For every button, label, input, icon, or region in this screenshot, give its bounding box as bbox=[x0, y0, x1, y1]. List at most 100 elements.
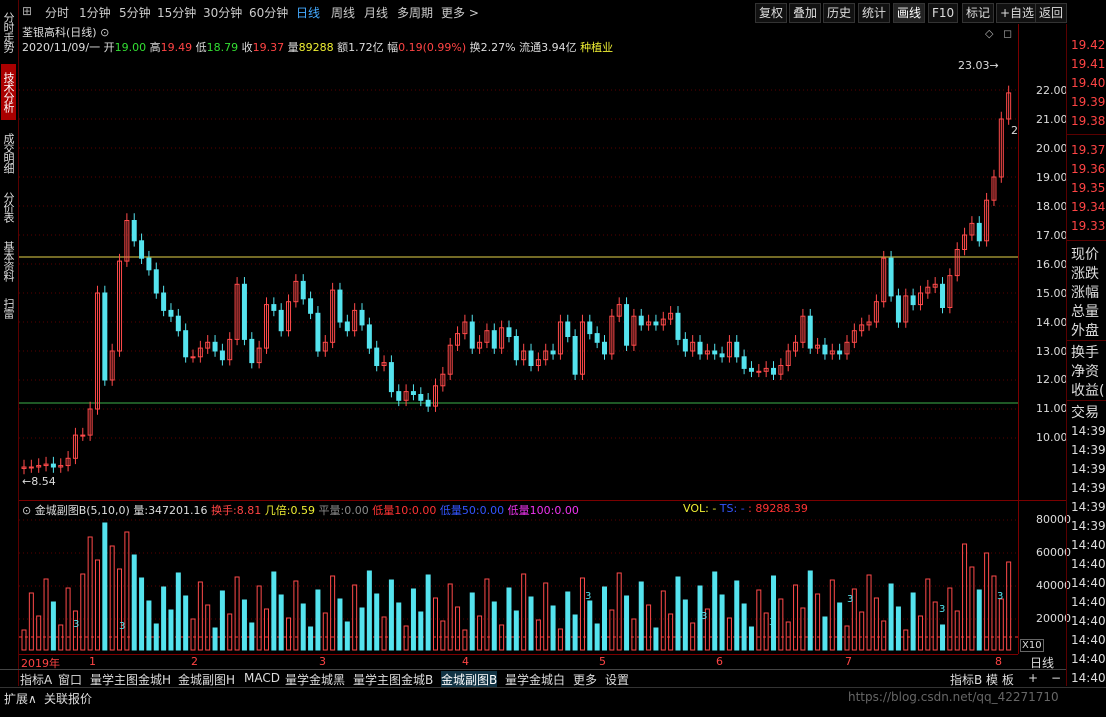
statistics-button[interactable]: 统计 bbox=[858, 3, 891, 23]
volume-bar bbox=[43, 578, 49, 651]
tab-settings[interactable]: 设置 bbox=[605, 671, 629, 688]
period-tab-1min[interactable]: 1分钟 bbox=[79, 4, 111, 21]
tab-trade-details[interactable]: 成交明细 bbox=[1, 125, 16, 181]
volume-signal-label: 3 bbox=[585, 591, 591, 602]
open-value: 19.00 bbox=[114, 41, 147, 54]
period-tab-30min[interactable]: 30分钟 bbox=[203, 4, 242, 21]
price-tick: 13.00 bbox=[1036, 345, 1068, 358]
period-tab-multi[interactable]: 多周期 bbox=[397, 4, 433, 21]
candle-body bbox=[212, 341, 218, 352]
volume-chart-area[interactable]: 3 3 3 3 3 3 3 3 3 bbox=[19, 502, 1018, 654]
candle-body bbox=[587, 321, 593, 335]
period-tab-monthly[interactable]: 月线 bbox=[364, 4, 388, 21]
tab-more[interactable]: 更多 bbox=[573, 671, 597, 688]
trade-time: 14:40 bbox=[1071, 576, 1106, 590]
settings-icon[interactable]: ⊙ bbox=[100, 26, 109, 39]
tab-price-table[interactable]: 分价表 bbox=[1, 186, 16, 228]
candle-body bbox=[697, 341, 703, 355]
candlestick-canvas[interactable] bbox=[19, 24, 1018, 500]
period-tab-15min[interactable]: 15分钟 bbox=[157, 4, 196, 21]
trade-time: 14:39 bbox=[1071, 500, 1106, 514]
volume-bar bbox=[241, 599, 247, 651]
history-button[interactable]: 历史 bbox=[823, 3, 856, 23]
trade-time: 14:40 bbox=[1071, 614, 1106, 628]
volume-bar bbox=[565, 591, 571, 651]
volume-signal-label: 3 bbox=[847, 594, 853, 605]
price-tick: 10.00 bbox=[1036, 431, 1068, 444]
zoom-in-button[interactable]: + bbox=[1028, 671, 1038, 685]
candlestick-chart-area[interactable] bbox=[19, 24, 1018, 500]
tab-company-info[interactable]: 基本资料 bbox=[1, 233, 16, 289]
tab-lx-main-h[interactable]: 量学主图金城H bbox=[90, 671, 171, 688]
volume-bar bbox=[153, 623, 159, 651]
period-tab-60min[interactable]: 60分钟 bbox=[249, 4, 288, 21]
add-watchlist-button[interactable]: +自选 bbox=[996, 3, 1039, 23]
template-button[interactable]: 模 板 bbox=[986, 671, 1014, 688]
field-label: 收益( bbox=[1071, 383, 1105, 399]
trade-time: 14:40 bbox=[1071, 633, 1106, 647]
multiple-value: 0.59 bbox=[290, 504, 316, 517]
volume-bar bbox=[65, 587, 71, 651]
volume-bar bbox=[102, 522, 108, 651]
tab-window[interactable]: 窗口 bbox=[58, 671, 82, 688]
tab-lx-jc-white[interactable]: 量学金城白 bbox=[505, 671, 565, 688]
volume-bar bbox=[616, 572, 622, 651]
tab-risk-scan[interactable]: 扫雷 bbox=[1, 294, 16, 322]
candle-body bbox=[396, 391, 402, 401]
expand-button[interactable]: 扩展∧ bbox=[4, 690, 37, 707]
candle-body bbox=[146, 257, 152, 271]
tab-jc-sub-h[interactable]: 金城副图H bbox=[178, 671, 235, 688]
tab-lx-jc-black[interactable]: 量学金城黑 bbox=[285, 671, 345, 688]
candle-body bbox=[594, 333, 600, 343]
indicator-settings-icon[interactable]: ⊙ bbox=[22, 504, 31, 517]
candle-body bbox=[175, 315, 181, 332]
toolbar-grid-icon[interactable]: ⊞ bbox=[22, 4, 32, 18]
tab-lx-main-b[interactable]: 量学主图金城B bbox=[353, 671, 433, 688]
volume-bar bbox=[278, 594, 284, 651]
volume-bar bbox=[168, 609, 174, 651]
adjust-button[interactable]: 复权 bbox=[755, 3, 788, 23]
diamond-icon[interactable]: ◇ bbox=[985, 27, 993, 40]
tab-intraday[interactable]: 分时走势 bbox=[1, 4, 16, 60]
mark-button[interactable]: 标记 bbox=[962, 3, 995, 23]
volume-bar bbox=[624, 595, 630, 651]
tab-technical-analysis[interactable]: 技术分析 bbox=[1, 64, 16, 120]
candle-body bbox=[425, 399, 431, 407]
volume-bar bbox=[308, 626, 314, 651]
candle-body bbox=[624, 304, 630, 346]
draw-line-button[interactable]: 画线 bbox=[893, 3, 926, 23]
time-label: 2 bbox=[191, 655, 198, 668]
bid-price: 19.37 bbox=[1071, 143, 1106, 157]
candle-body bbox=[315, 312, 321, 352]
top-toolbar: ⊞ 分时 1分钟 5分钟 15分钟 30分钟 60分钟 日线 周线 月线 多周期… bbox=[19, 2, 1106, 23]
period-tab-5min[interactable]: 5分钟 bbox=[119, 4, 151, 21]
volume-bar bbox=[976, 589, 982, 651]
linked-quote-button[interactable]: 关联报价 bbox=[44, 690, 92, 707]
ask-price: 19.38 bbox=[1071, 114, 1106, 128]
bid-price: 19.36 bbox=[1071, 162, 1106, 176]
volume-bar bbox=[344, 621, 350, 651]
volume-bar bbox=[513, 610, 519, 651]
volume-bar bbox=[234, 576, 240, 651]
volume-bar bbox=[337, 598, 343, 651]
period-tab-fenshi[interactable]: 分时 bbox=[45, 4, 69, 21]
volume-bar bbox=[352, 584, 358, 651]
period-tab-weekly[interactable]: 周线 bbox=[331, 4, 355, 21]
volume-value: 89288 bbox=[298, 41, 334, 54]
overlay-button[interactable]: 叠加 bbox=[789, 3, 822, 23]
indicator-a-button[interactable]: 指标A bbox=[20, 671, 52, 688]
box-icon[interactable]: ◻ bbox=[1003, 27, 1012, 40]
low-value: 18.79 bbox=[206, 41, 239, 54]
tab-macd[interactable]: MACD bbox=[244, 671, 280, 685]
volume-canvas[interactable]: 3 3 3 3 3 3 3 3 3 bbox=[19, 502, 1018, 654]
zoom-out-button[interactable]: − bbox=[1051, 671, 1061, 685]
period-tab-more[interactable]: 更多 > bbox=[441, 4, 479, 21]
volume-bar bbox=[962, 543, 968, 651]
indicator-b-button[interactable]: 指标B bbox=[950, 671, 982, 688]
indicator-name[interactable]: 金城副图B(5,10,0) bbox=[35, 504, 130, 517]
tab-jc-sub-b[interactable]: 金城副图B bbox=[441, 671, 498, 688]
f10-button[interactable]: F10 bbox=[928, 3, 959, 23]
back-button[interactable]: 返回 bbox=[1035, 3, 1068, 23]
period-tab-daily[interactable]: 日线 bbox=[296, 4, 320, 21]
candle-body bbox=[550, 350, 556, 355]
